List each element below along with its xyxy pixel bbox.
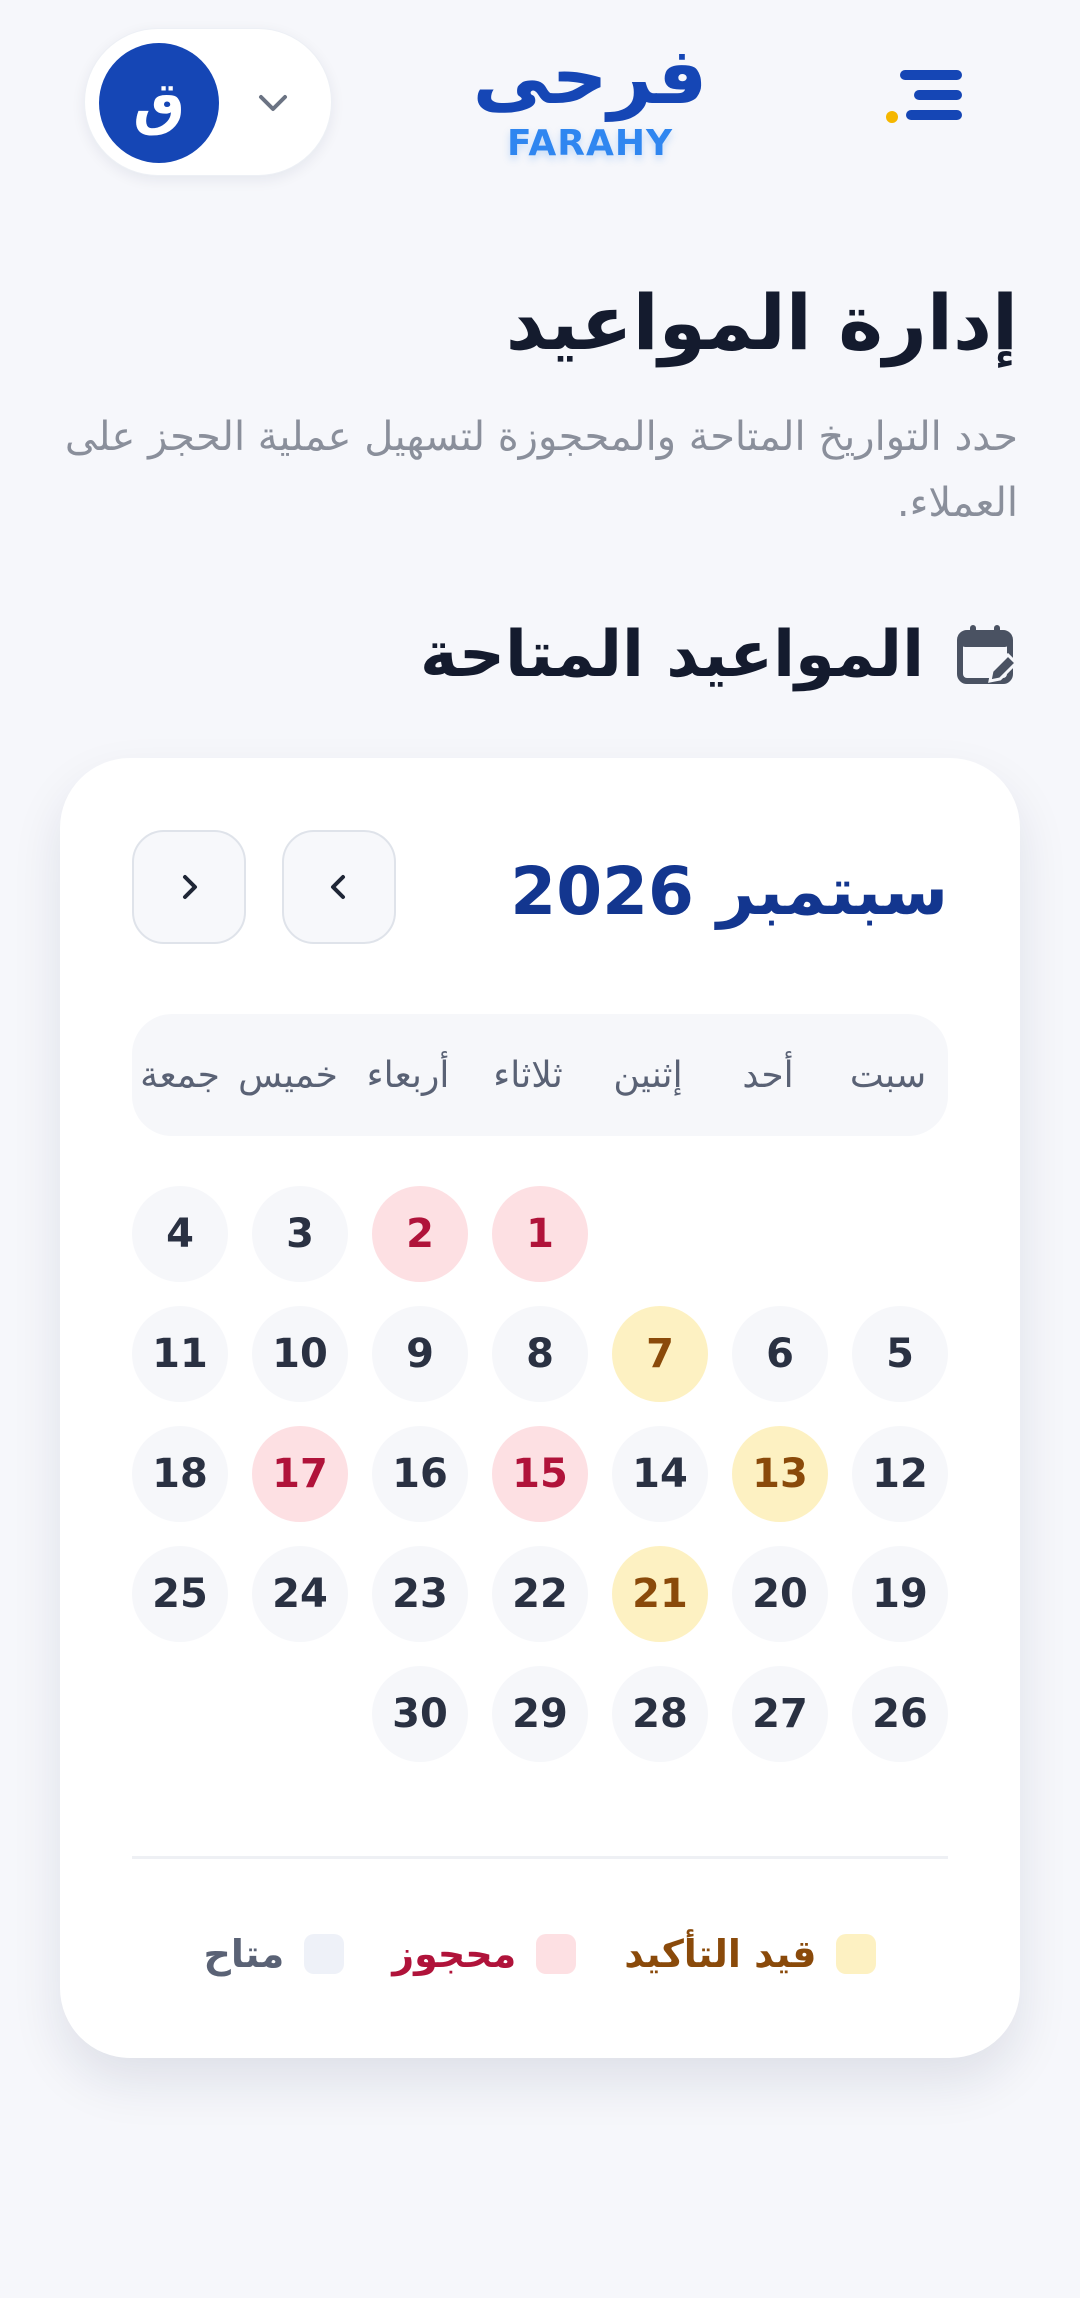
page-title: إدارة المواعيد — [505, 278, 1018, 367]
calendar-day-available[interactable]: 28 — [612, 1666, 708, 1762]
available-swatch — [304, 1934, 345, 1974]
calendar-day-available[interactable]: 4 — [132, 1186, 228, 1282]
calendar-day-available[interactable]: 11 — [132, 1306, 228, 1402]
calendar-edit-icon — [957, 625, 1018, 684]
legend-available: متاح — [204, 1932, 345, 1976]
calendar-day-booked[interactable]: 2 — [372, 1186, 468, 1282]
calendar-day-available[interactable]: 19 — [852, 1546, 948, 1642]
calendar-card: سبتمبر 2026 سبت أحد إثنين ثلاثاء أربعاء … — [60, 758, 1020, 2058]
calendar-day-available[interactable]: 12 — [852, 1426, 948, 1522]
calendar-day-pending[interactable]: 7 — [612, 1306, 708, 1402]
calendar-day-available[interactable]: 18 — [132, 1426, 228, 1522]
calendar-day-available[interactable]: 14 — [612, 1426, 708, 1522]
calendar-day-available[interactable]: 29 — [492, 1666, 588, 1762]
booked-swatch — [536, 1934, 577, 1974]
calendar-day-booked[interactable]: 17 — [252, 1426, 348, 1522]
legend: قيد التأكيد محجوز متاح — [60, 1924, 1020, 1984]
calendar-day-available[interactable]: 27 — [732, 1666, 828, 1762]
brand-logo[interactable]: فرحى FARAHY — [440, 30, 740, 180]
legend-label: متاح — [203, 1932, 285, 1976]
menu-icon[interactable] — [880, 62, 970, 132]
calendar-day-available[interactable]: 22 — [492, 1546, 588, 1642]
calendar-day-available[interactable]: 16 — [372, 1426, 468, 1522]
calendar-day-available[interactable]: 6 — [732, 1306, 828, 1402]
calendar-day-available[interactable]: 5 — [852, 1306, 948, 1402]
brand-name-arabic: فرحى — [472, 32, 708, 122]
legend-label: قيد التأكيد — [624, 1932, 817, 1976]
calendar-day-available[interactable]: 3 — [252, 1186, 348, 1282]
calendar-day-available[interactable]: 25 — [132, 1546, 228, 1642]
calendar-day-booked[interactable]: 15 — [492, 1426, 588, 1522]
user-menu-button[interactable]: ق — [84, 28, 332, 176]
calendar-day-available[interactable]: 8 — [492, 1306, 588, 1402]
calendar-day-available[interactable]: 23 — [372, 1546, 468, 1642]
calendar-day-booked[interactable]: 1 — [492, 1186, 588, 1282]
legend-pending: قيد التأكيد — [624, 1932, 877, 1976]
calendar-day-available[interactable]: 26 — [852, 1666, 948, 1762]
calendar-day-pending[interactable]: 13 — [732, 1426, 828, 1522]
calendar-day-pending[interactable]: 21 — [612, 1546, 708, 1642]
calendar-day-available[interactable]: 20 — [732, 1546, 828, 1642]
chevron-down-icon — [259, 95, 287, 111]
calendar-day-available[interactable]: 30 — [372, 1666, 468, 1762]
legend-label: محجوز — [392, 1932, 517, 1976]
calendar-day-available[interactable]: 24 — [252, 1546, 348, 1642]
section-title: المواعيد المتاحة — [420, 618, 924, 692]
app-header: ق فرحى FARAHY — [0, 0, 1080, 200]
page-subtitle: حدد التواريخ المتاحة والمحجوزة لتسهيل عم… — [64, 414, 1018, 526]
calendar-day-available[interactable]: 9 — [372, 1306, 468, 1402]
legend-booked: محجوز — [392, 1932, 577, 1976]
day-grid: 1 2 3 4 5 6 7 8 9 10 11 12 13 14 15 16 17 18 19 20 21 22 23 24 2… — [60, 758, 1020, 2058]
avatar: ق — [99, 43, 219, 163]
calendar-day-available[interactable]: 10 — [252, 1306, 348, 1402]
section-header: المواعيد المتاحة — [420, 600, 1018, 710]
pending-swatch — [836, 1934, 877, 1974]
divider — [132, 1856, 948, 1859]
brand-name-english: FARAHY — [506, 123, 674, 164]
